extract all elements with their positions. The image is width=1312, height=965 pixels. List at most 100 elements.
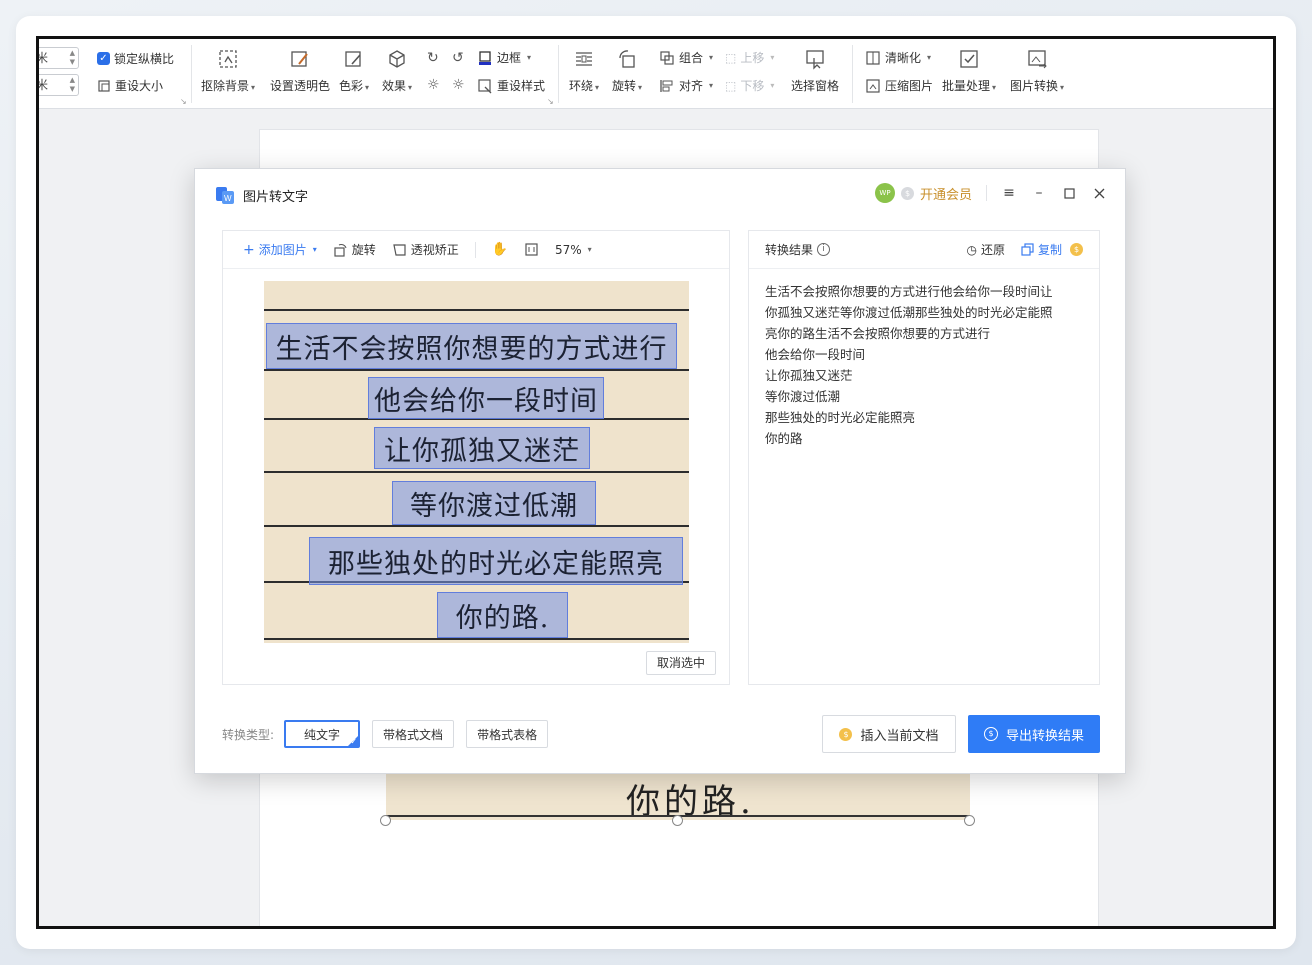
fit-view-icon: [525, 243, 538, 256]
fit-view-button[interactable]: [524, 242, 539, 257]
ocr-line-box[interactable]: 等你渡过低潮: [392, 481, 596, 525]
formatted-table-option[interactable]: 带格式表格: [466, 720, 549, 748]
close-icon[interactable]: [1091, 185, 1107, 201]
width-spinner[interactable]: 米 ▲ ▼: [36, 47, 79, 69]
handwriting-image: 生活不会按照你想要的方式进行 他会给你一段时间 让你孤独又迷茫 等你渡过低潮 那…: [264, 281, 689, 643]
border-label: 边框: [497, 51, 522, 65]
image-convert-button[interactable]: 图片转换 ▾: [1010, 47, 1064, 94]
rotate-left-button[interactable]: ↻: [427, 50, 439, 66]
restore-button[interactable]: ◷ 还原: [966, 241, 1005, 258]
ruled-line: [264, 525, 689, 527]
height-spinner[interactable]: 米 ▲ ▼: [39, 74, 79, 96]
group-icon: [660, 50, 674, 65]
dialog-launcher-icon-2[interactable]: ↘: [547, 97, 554, 106]
result-header: 转换结果 i ◷ 还原 复制 $: [749, 231, 1099, 269]
border-button[interactable]: 边框 ▾: [477, 49, 531, 66]
image-convert-icon: [1025, 47, 1049, 71]
set-transparent-label: 设置透明色: [270, 79, 331, 93]
coin-icon: $: [900, 186, 914, 200]
result-text[interactable]: 生活不会按照你想要的方式进行他会给你一段时间让 你孤独又迷茫等你渡过低潮那些独处…: [765, 281, 1087, 449]
align-icon: [660, 79, 673, 92]
formatted-doc-option[interactable]: 带格式文档: [372, 720, 455, 748]
resize-button[interactable]: 重设大小: [97, 77, 163, 94]
set-transparent-button[interactable]: 设置透明色: [270, 47, 330, 94]
sharpen-button[interactable]: 清晰化 ▾: [865, 49, 931, 66]
coin-icon: $: [983, 727, 998, 741]
wrap-label: 环绕: [569, 79, 594, 93]
perspective-correct-button[interactable]: 透视矫正: [392, 241, 459, 258]
cancel-selection-button[interactable]: 取消选中: [646, 651, 716, 675]
resize-icon: [98, 79, 110, 92]
ruled-line: [264, 309, 689, 311]
contrast-icon: ☼: [452, 77, 465, 93]
zoom-dropdown[interactable]: 57% ▾: [555, 243, 592, 257]
compress-label: 压缩图片: [885, 79, 934, 93]
bring-forward-button[interactable]: ⬚ 上移 ▾: [725, 49, 774, 66]
resize-handle-bottom-right[interactable]: [964, 815, 975, 826]
brightness-icon: ☼: [427, 77, 440, 93]
plain-text-option[interactable]: 纯文字 ✓: [284, 720, 361, 748]
brightness-down-button[interactable]: ☼: [452, 77, 465, 93]
color-button[interactable]: 色彩 ▾: [339, 47, 369, 94]
width-unit: 米: [36, 51, 49, 65]
selection-pane-label: 选择窗格: [791, 79, 840, 93]
document-image-text: 你的路.: [626, 782, 755, 820]
rotate-right-button[interactable]: ↺: [452, 50, 464, 66]
wrap-button[interactable]: 环绕 ▾: [569, 47, 599, 94]
ruled-line: [264, 369, 689, 371]
ocr-line-box[interactable]: 那些独处的时光必定能照亮: [309, 537, 683, 585]
sharpen-icon: [866, 50, 880, 65]
copy-button[interactable]: 复制 $: [1021, 241, 1083, 258]
group-button[interactable]: 组合 ▾: [659, 49, 713, 66]
result-line: 让你孤独又迷茫: [765, 368, 853, 383]
gold-coin-icon: $: [839, 727, 853, 741]
ocr-line-box[interactable]: 让你孤独又迷茫: [374, 427, 590, 469]
down-label: 下移: [740, 79, 765, 93]
resize-handle-bottom-left[interactable]: [380, 815, 391, 826]
pan-hand-button[interactable]: ✋: [492, 242, 508, 257]
export-result-button[interactable]: $ 导出转换结果: [968, 715, 1100, 753]
result-line: 等你渡过低潮: [765, 389, 841, 404]
result-title: 转换结果: [765, 243, 814, 257]
selection-pane-button[interactable]: 选择窗格: [791, 47, 839, 94]
text-wrap-icon: [572, 47, 596, 71]
ocr-line-box[interactable]: 生活不会按照你想要的方式进行: [266, 323, 677, 369]
ribbon-separator: [191, 45, 192, 103]
selection-pane-icon: [803, 47, 827, 71]
lock-ratio-label: 锁定纵横比: [114, 52, 175, 66]
rotate-image-button[interactable]: 旋转: [333, 241, 376, 258]
sharpen-label: 清晰化: [885, 51, 922, 65]
rotate-ccw-icon: ↻: [427, 50, 439, 66]
hand-icon: ✋: [491, 242, 508, 257]
rotate-menu-button[interactable]: 旋转 ▾: [612, 47, 642, 94]
lock-ratio-checkbox[interactable]: ✓ 锁定纵横比: [97, 50, 174, 67]
remove-background-label: 抠除背景: [201, 79, 250, 93]
ocr-line-box[interactable]: 他会给你一段时间: [368, 377, 604, 419]
add-image-button[interactable]: + 添加图片 ▾: [243, 241, 317, 258]
result-line: 他会给你一段时间: [765, 347, 866, 362]
minimize-icon[interactable]: –: [1031, 185, 1047, 201]
info-icon[interactable]: i: [817, 243, 831, 256]
brightness-up-button[interactable]: ☼: [427, 77, 440, 93]
resize-handle-bottom-center[interactable]: [672, 815, 683, 826]
compress-image-button[interactable]: 压缩图片: [865, 77, 933, 94]
ocr-line-box[interactable]: 你的路.: [437, 592, 568, 638]
ruled-line: [264, 471, 689, 473]
maximize-icon[interactable]: [1061, 185, 1077, 201]
cube-icon: [385, 47, 409, 71]
group-label: 组合: [679, 51, 704, 65]
dialog-launcher-icon[interactable]: ↘: [180, 97, 187, 106]
align-button[interactable]: 对齐 ▾: [659, 77, 713, 94]
menu-icon[interactable]: ≡: [1001, 185, 1017, 201]
insert-into-document-button[interactable]: $ 插入当前文档: [822, 715, 956, 753]
send-backward-button[interactable]: ⬚ 下移 ▾: [725, 77, 774, 94]
batch-process-button[interactable]: 批量处理 ▾: [942, 47, 996, 94]
reset-style-button[interactable]: 重设样式: [477, 77, 545, 94]
ribbon-separator: [558, 45, 559, 103]
zoom-value: 57%: [554, 242, 582, 257]
effect-button[interactable]: 效果 ▾: [382, 47, 412, 94]
image-toolbar: + 添加图片 ▾ 旋转 透视矫正 ✋ 57% ▾: [223, 231, 729, 269]
remove-background-button[interactable]: 抠除背景 ▾: [201, 47, 255, 94]
vip-button[interactable]: WP $ 开通会员: [874, 183, 972, 203]
result-line: 那些独处的时光必定能照亮: [765, 410, 916, 425]
